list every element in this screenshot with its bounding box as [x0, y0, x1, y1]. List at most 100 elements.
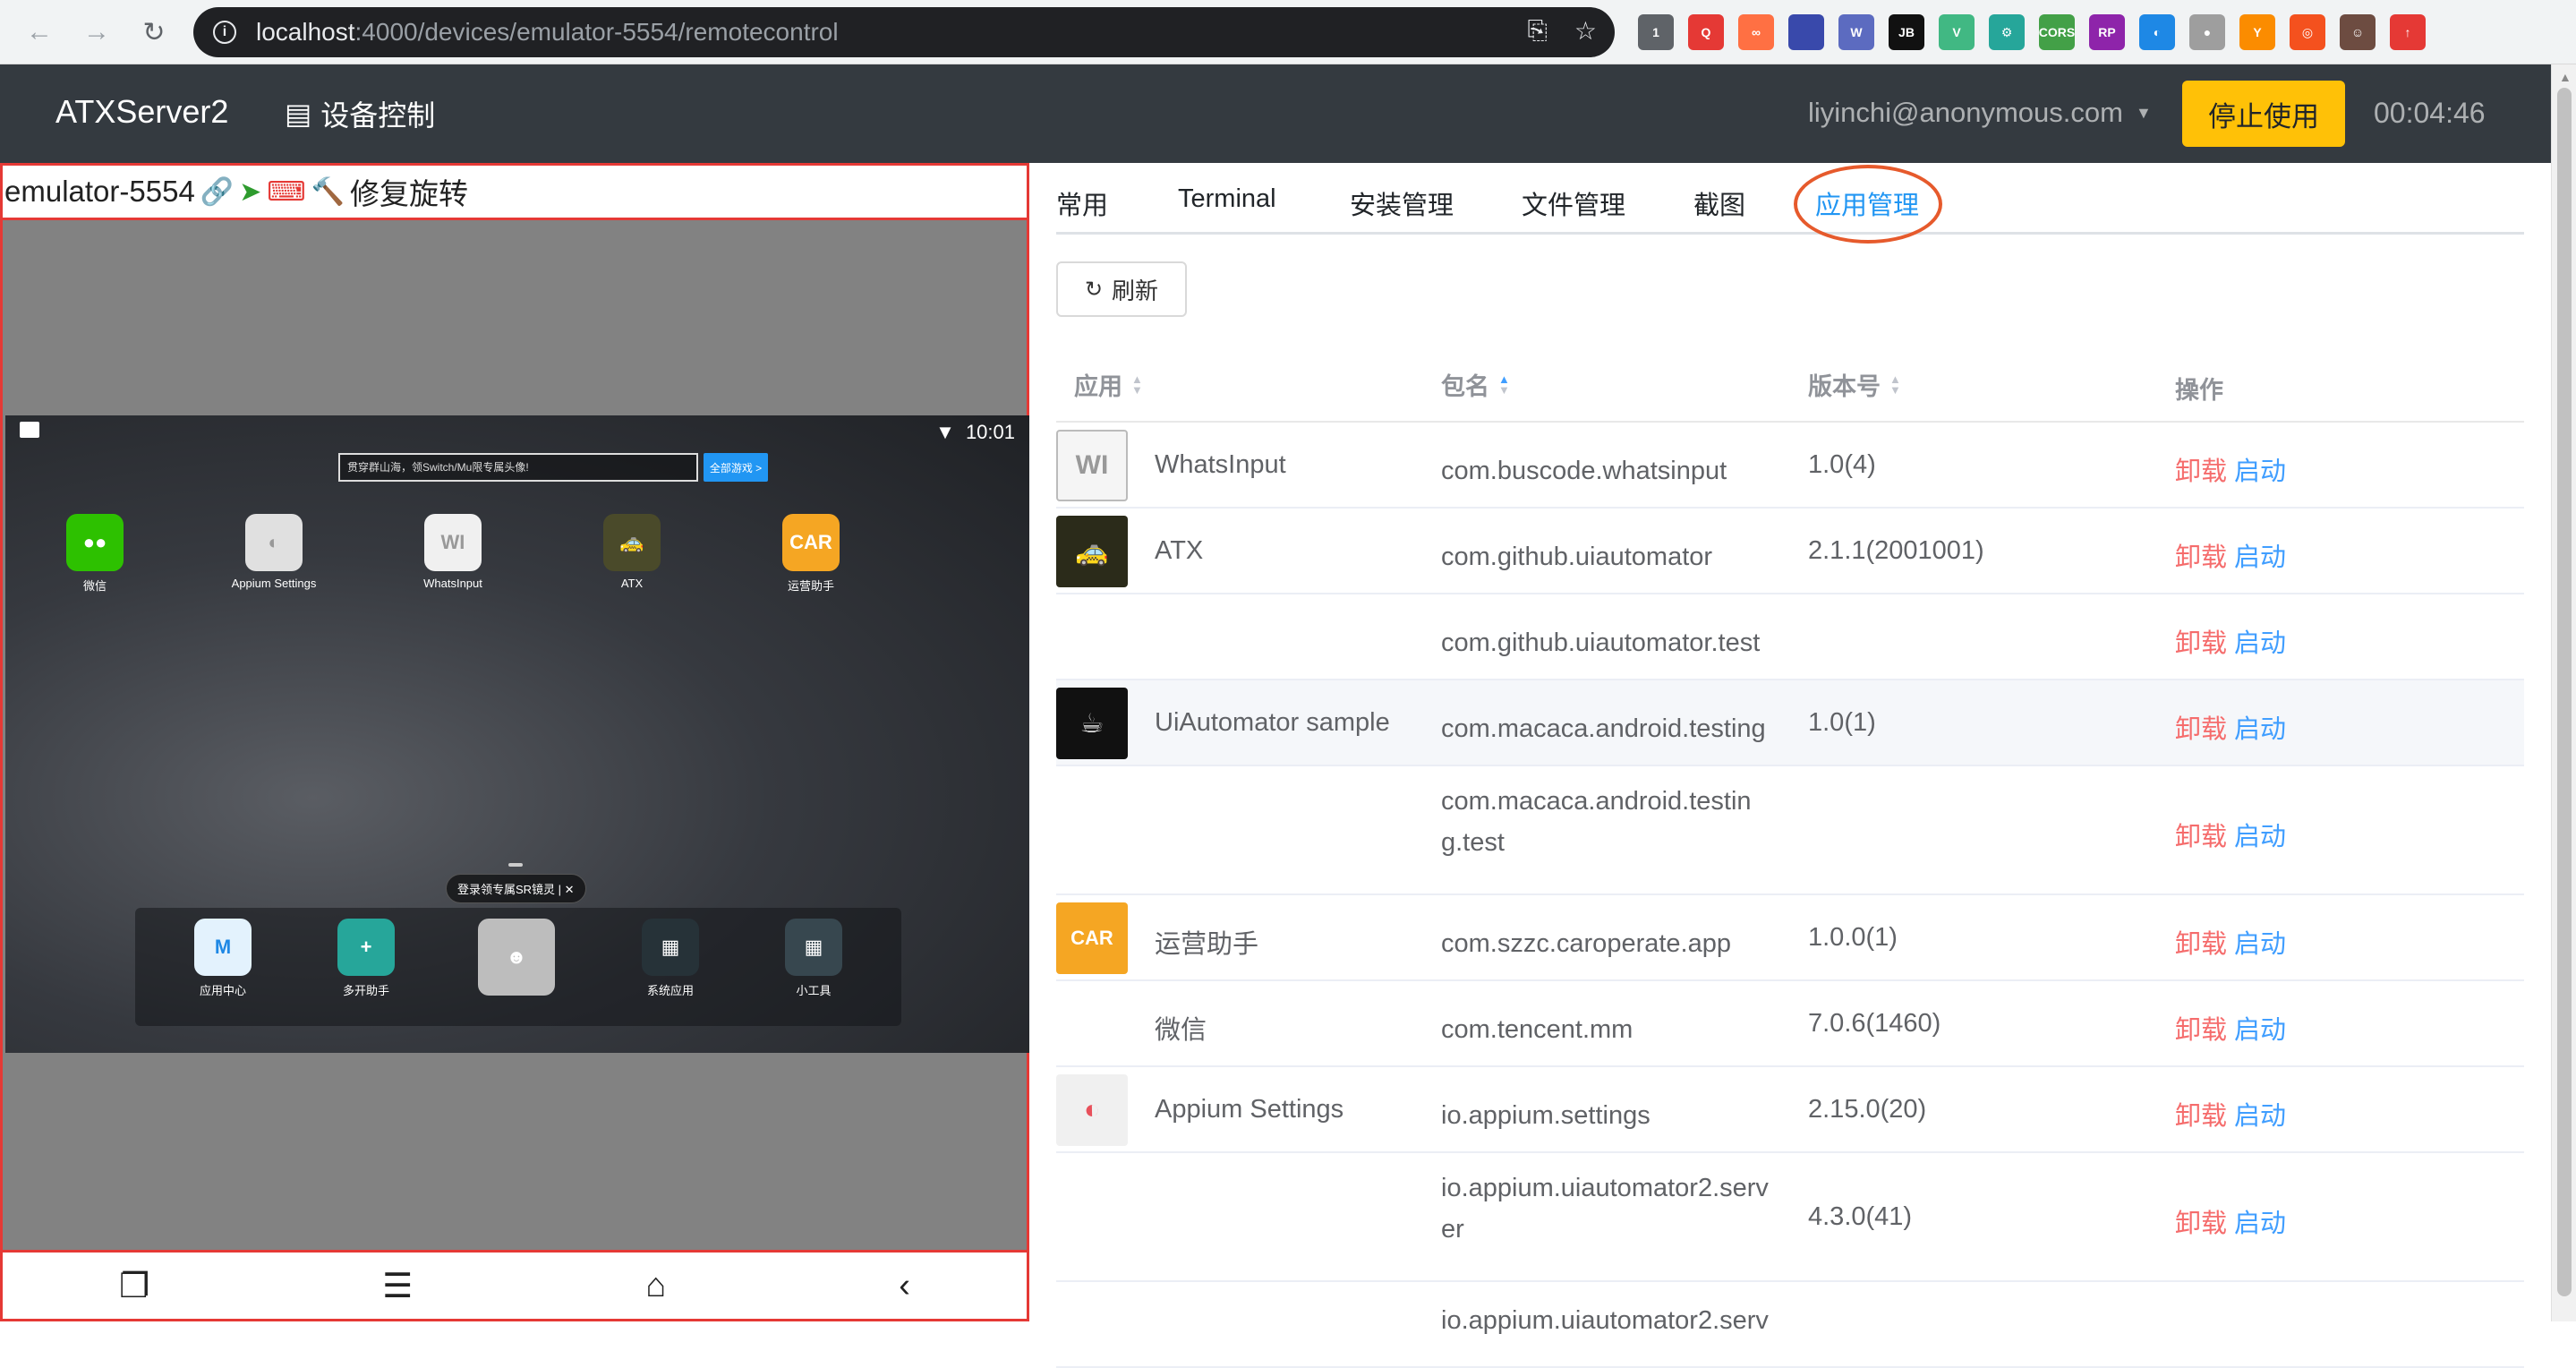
menu-icon[interactable]: ☰	[382, 1266, 413, 1306]
ext-12-icon[interactable]: ●	[2189, 14, 2225, 50]
sort-icon[interactable]: ▲ ▼	[1889, 373, 1901, 396]
reload-icon[interactable]: ↻	[134, 13, 174, 52]
launch-link[interactable]: 启动	[2234, 1202, 2286, 1240]
launch-link[interactable]: 启动	[2234, 708, 2286, 746]
user-dropdown[interactable]: liyinchi@anonymous.com ▼	[1808, 97, 2152, 129]
version: 7.0.6(1460)	[1808, 1009, 1941, 1038]
tab-screenshot[interactable]: 截图	[1693, 184, 1745, 222]
uninstall-link[interactable]: 卸载	[2175, 1095, 2227, 1133]
home-app[interactable]: 🚕 ATX	[583, 514, 681, 590]
scroll-up-icon[interactable]: ▲	[2559, 70, 2572, 84]
uninstall-link[interactable]: 卸载	[2175, 923, 2227, 961]
table-row: io.appium.uiautomator2.serv	[1056, 1282, 2524, 1368]
page-scrollbar[interactable]: ▲	[2551, 64, 2576, 1321]
dock-app[interactable]: ▦ 系统应用	[621, 919, 720, 998]
package-name: com.tencent.mm	[1441, 1009, 1633, 1050]
table-header: 应用 ▲ ▼ 包名 ▲ ▼ 版本号 ▲ ▼ 操作	[1056, 340, 2524, 423]
home-app[interactable]: WI WhatsInput	[404, 514, 502, 590]
sort-icon[interactable]: ▲ ▼	[1131, 373, 1143, 396]
tab-common[interactable]: 常用	[1056, 184, 1108, 222]
uninstall-link[interactable]: 卸载	[2175, 708, 2227, 746]
back-icon[interactable]: ←	[20, 13, 59, 52]
launch-link[interactable]: 启动	[2234, 816, 2286, 853]
col-app-label: 应用	[1074, 373, 1122, 400]
device-screen-area[interactable]: ▼ 10:01 贯穿群山海，领Switch/Mu限专属头像! 全部游戏 > ●●…	[0, 220, 1029, 1250]
brand[interactable]: ATXServer2	[55, 93, 228, 131]
refresh-button[interactable]: ↻ 刷新	[1056, 261, 1187, 317]
back-nav-icon[interactable]: ‹	[899, 1267, 910, 1305]
ext-15-icon[interactable]: ☺	[2340, 14, 2376, 50]
multi-open-icon: +	[337, 919, 395, 976]
package-name: com.github.uiautomator	[1441, 536, 1712, 577]
tab-files[interactable]: 文件管理	[1522, 184, 1625, 222]
package-name: com.szzc.caroperate.app	[1441, 923, 1731, 964]
dock-app[interactable]: + 多开助手	[317, 919, 415, 998]
ext-4-icon[interactable]	[1788, 14, 1824, 50]
launch-link[interactable]: 启动	[2234, 1095, 2286, 1133]
ext-7-icon[interactable]: V	[1939, 14, 1975, 50]
ext-10-icon[interactable]: RP	[2089, 14, 2125, 50]
app-name: 微信	[1155, 1016, 1207, 1045]
home-app[interactable]: ◐ Appium Settings	[225, 514, 323, 590]
stop-using-button[interactable]: 停止使用	[2182, 81, 2345, 147]
launch-link[interactable]: 启动	[2234, 622, 2286, 660]
launch-link[interactable]: 启动	[2234, 536, 2286, 574]
keyboard-icon[interactable]: ⌨	[267, 176, 305, 208]
ext-2-icon[interactable]: Q	[1688, 14, 1724, 50]
game-search-input[interactable]: 贯穿群山海，领Switch/Mu限专属头像!	[338, 453, 698, 482]
address-bar[interactable]: i localhost:4000/devices/emulator-5554/r…	[193, 7, 1615, 57]
android-home-screen[interactable]: ▼ 10:01 贯穿群山海，领Switch/Mu限专属头像! 全部游戏 > ●●…	[5, 415, 1029, 1053]
uninstall-link[interactable]: 卸载	[2175, 622, 2227, 660]
ext-9-icon[interactable]: CORS	[2039, 14, 2075, 50]
hammer-icon[interactable]: 🔨	[311, 176, 345, 208]
tab-terminal[interactable]: Terminal	[1178, 184, 1276, 214]
col-package[interactable]: 包名 ▲ ▼	[1441, 367, 1510, 402]
ext-1-icon[interactable]: 1	[1638, 14, 1674, 50]
uninstall-link[interactable]: 卸载	[2175, 816, 2227, 853]
launch-link[interactable]: 启动	[2234, 1009, 2286, 1047]
app-name: WhatsInput	[1155, 450, 1286, 479]
dock-app[interactable]: M 应用中心	[174, 919, 272, 998]
link-icon[interactable]: 🔗	[200, 176, 234, 208]
ext-14-icon[interactable]: ◎	[2290, 14, 2325, 50]
recent-apps-icon[interactable]: ❐	[119, 1266, 149, 1306]
uninstall-link[interactable]: 卸载	[2175, 1009, 2227, 1047]
ext-16-icon[interactable]: ↑	[2390, 14, 2426, 50]
home-app[interactable]: CAR 运营助手	[762, 514, 860, 594]
dock-app[interactable]: ▦ 小工具	[764, 919, 863, 998]
forward-icon[interactable]: →	[77, 13, 116, 52]
launch-link[interactable]: 启动	[2234, 923, 2286, 961]
col-version[interactable]: 版本号 ▲ ▼	[1808, 367, 1901, 402]
bookmark-star-icon[interactable]: ☆	[1574, 16, 1597, 46]
browser-chrome: ← → ↻ i localhost:4000/devices/emulator-…	[0, 0, 2576, 64]
tab-install[interactable]: 安装管理	[1350, 184, 1454, 222]
ext-3-icon[interactable]: ∞	[1738, 14, 1774, 50]
launch-link[interactable]: 启动	[2234, 450, 2286, 488]
dock-app[interactable]: ☻	[467, 919, 566, 1001]
uninstall-link[interactable]: 卸载	[2175, 1202, 2227, 1240]
home-app[interactable]: ●● 微信	[46, 514, 144, 594]
uninstall-link[interactable]: 卸载	[2175, 536, 2227, 574]
ext-11-icon[interactable]: ◐	[2139, 14, 2175, 50]
device-control-link[interactable]: ▤ 设备控制	[285, 93, 435, 134]
sort-asc-icon[interactable]: ▲ ▼	[1498, 373, 1510, 396]
home-icon[interactable]: ⌂	[645, 1267, 666, 1305]
all-games-button[interactable]: 全部游戏 >	[704, 453, 768, 482]
package-line-wrap: er	[1441, 1215, 1464, 1244]
cursor-icon[interactable]: ➤	[239, 176, 261, 208]
dock-handle[interactable]	[508, 863, 523, 867]
col-app[interactable]: 应用 ▲ ▼	[1074, 367, 1143, 402]
ext-13-icon[interactable]: Y	[2239, 14, 2275, 50]
ext-5-icon[interactable]: W	[1838, 14, 1874, 50]
translate-icon[interactable]: ⎘	[1527, 16, 1547, 46]
url-path: :4000/devices/emulator-5554/remotecontro…	[354, 18, 839, 46]
ext-8-icon[interactable]: ⚙	[1989, 14, 2025, 50]
game-avatar-icon: ☻	[478, 919, 555, 996]
ext-6-icon[interactable]: JB	[1889, 14, 1924, 50]
site-info-icon[interactable]: i	[213, 21, 236, 44]
fix-rotation-label[interactable]: 修复旋转	[350, 170, 468, 213]
uninstall-link[interactable]: 卸载	[2175, 450, 2227, 488]
scroll-thumb[interactable]	[2557, 88, 2572, 1296]
dock-banner[interactable]: 登录领专属SR镜灵 | ✕	[446, 874, 586, 903]
row-actions: 卸载 启动	[2175, 536, 2286, 574]
